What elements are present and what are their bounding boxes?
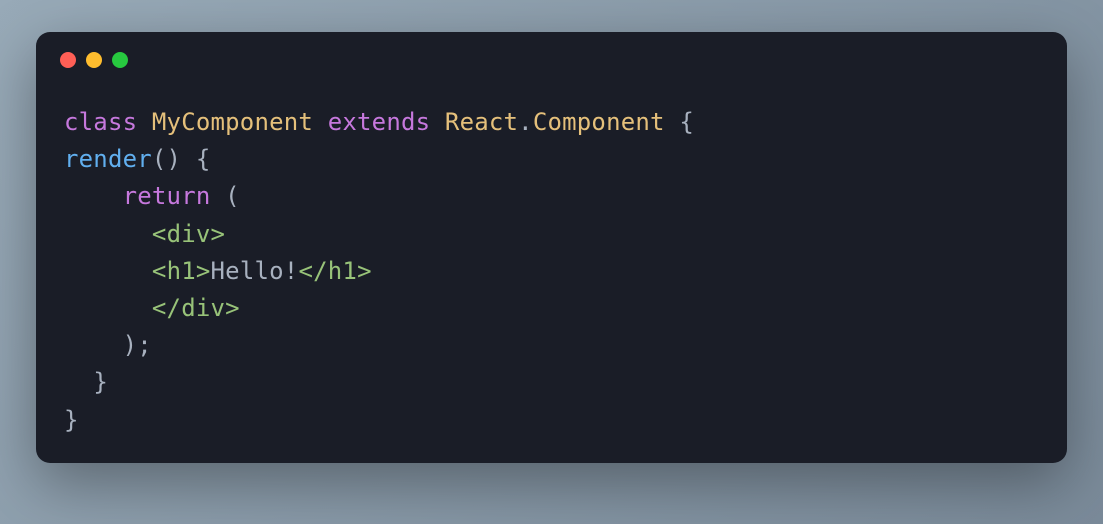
window-titlebar [36,32,1067,76]
jsx-tag-h1: h1 [167,257,196,285]
render-method: render [64,145,152,173]
component-class: Component [533,108,665,136]
keyword-class: class [64,108,137,136]
keyword-return: return [123,182,211,210]
react-object: React [445,108,518,136]
minimize-icon[interactable] [86,52,102,68]
maximize-icon[interactable] [112,52,128,68]
code-block: class MyComponent extends React.Componen… [36,76,1067,463]
keyword-extends: extends [328,108,431,136]
code-window: class MyComponent extends React.Componen… [36,32,1067,463]
class-name: MyComponent [152,108,313,136]
jsx-text: Hello! [211,257,299,285]
close-icon[interactable] [60,52,76,68]
jsx-tag-div: div [167,220,211,248]
